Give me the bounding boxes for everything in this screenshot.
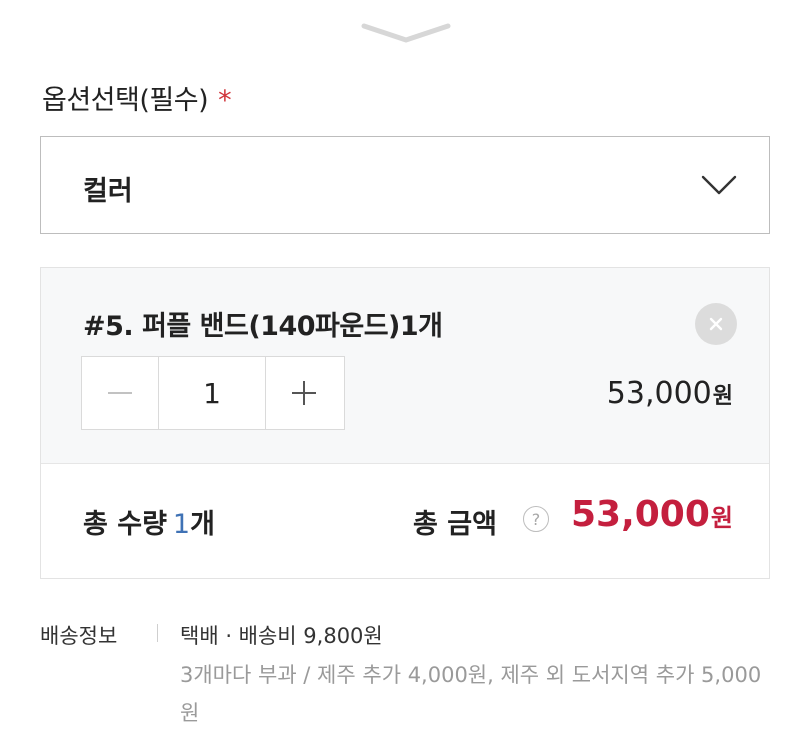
required-mark: * [218,85,232,116]
sheet-collapse-handle[interactable] [360,18,452,48]
close-icon [709,317,723,331]
increase-quantity-button[interactable] [266,357,342,429]
selected-option-item: #5. 퍼플 밴드(140파운드)1개 1 53,000원 [41,268,769,464]
option-price-value: 53,000 [606,376,712,411]
minus-icon [108,392,132,394]
remove-option-button[interactable] [695,303,737,345]
option-item-name: #5. 퍼플 밴드(140파운드)1개 [83,311,443,342]
decrease-quantity-button[interactable] [82,357,158,429]
option-label-text: 옵션선택(필수) [42,85,209,116]
total-summary: 총 수량 1개 총 금액 ? 53,000원 [41,464,769,578]
total-quantity-value: 1 [172,509,191,540]
option-item-price: 53,000원 [607,376,733,411]
total-quantity-unit: 개 [190,509,215,540]
chevron-down-icon [361,23,451,43]
shipping-summary: 택배 · 배송비 9,800원 [180,624,383,648]
quantity-stepper: 1 [81,356,345,430]
total-amount-value: 53,000 [570,494,710,535]
total-amount-unit: 원 [710,504,733,532]
total-quantity: 총 수량 1개 [83,502,215,541]
select-value: 컬러 [83,176,133,207]
shipping-note: 3개마다 부과 / 제주 추가 4,000원, 제주 외 도서지역 추가 5,0… [180,663,762,725]
total-quantity-label: 총 수량 [83,509,167,540]
option-section-label: 옵션선택(필수) * [42,78,232,117]
shipping-label: 배송정보 [40,624,118,648]
help-icon[interactable]: ? [523,506,549,532]
chevron-down-icon [701,175,737,195]
plus-icon [292,381,316,405]
divider [157,624,158,642]
selected-options-panel: #5. 퍼플 밴드(140파운드)1개 1 53,000원 총 수량 1개 총 … [40,267,770,579]
option-price-unit: 원 [712,384,733,409]
color-select[interactable]: 컬러 [40,136,770,234]
total-amount-label: 총 금액 [413,509,497,540]
quantity-input[interactable]: 1 [158,357,266,429]
total-amount: 53,000원 [571,494,733,535]
